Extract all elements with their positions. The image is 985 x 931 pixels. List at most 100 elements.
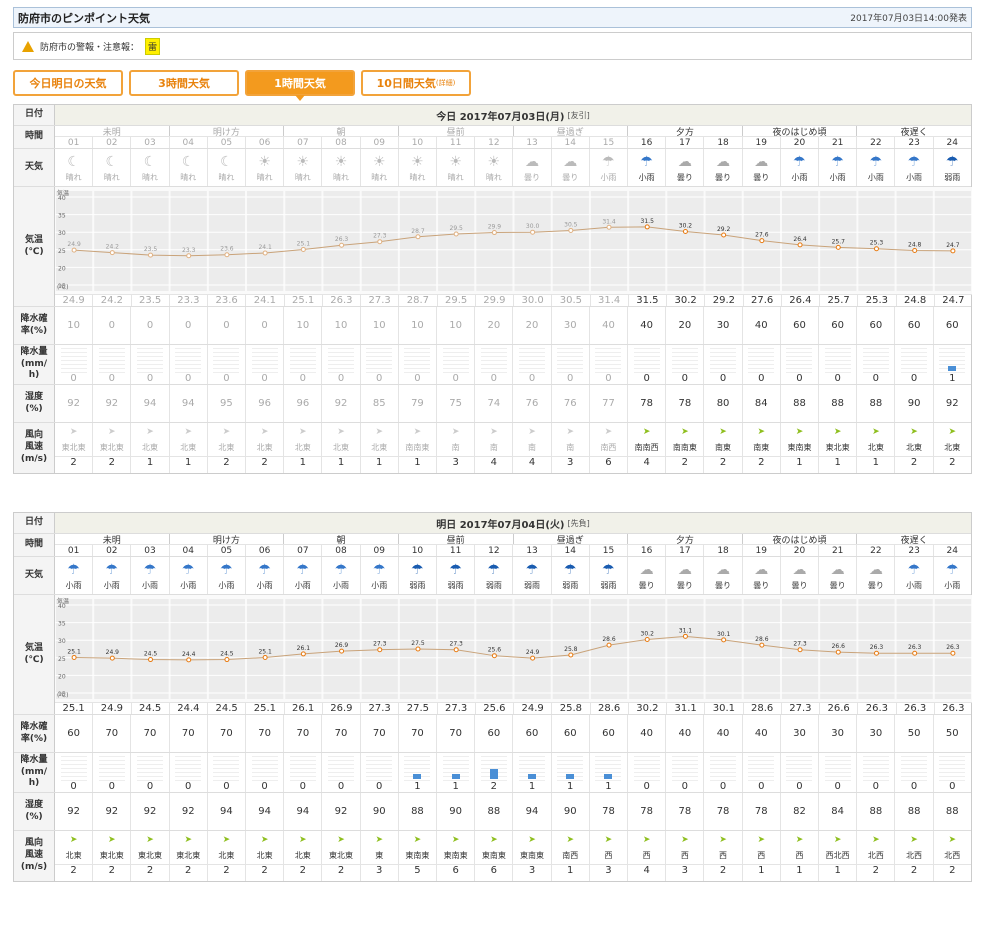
- page-title: 防府市のピンポイント天気: [18, 11, 150, 25]
- hour-label: 20: [781, 545, 820, 556]
- tab-today-tomorrow[interactable]: 今日明日の天気: [13, 70, 123, 96]
- wind-speed: 2: [666, 456, 704, 468]
- temperature-value: 25.3: [858, 295, 897, 306]
- umbrella-icon: ☂: [907, 153, 921, 170]
- hour-label: 09: [361, 545, 399, 556]
- temperature-point-label: 26.3: [335, 236, 349, 243]
- wind-direction: 北東: [906, 443, 923, 452]
- wind-cell: ➤ 北西 2: [895, 831, 934, 881]
- humidity-value: 90: [437, 793, 476, 830]
- temperature-point-label: 30.5: [564, 221, 578, 228]
- precip-cell: 0: [322, 345, 361, 384]
- precip-cell: 0: [819, 345, 858, 384]
- wind-cell: ➤ 東北東 2: [93, 423, 132, 473]
- wind-speed: 2: [857, 864, 895, 876]
- chart-column-bg: [743, 599, 780, 699]
- temperature-point: [530, 655, 536, 661]
- cloud-icon: ☁: [868, 561, 883, 578]
- precip-cell: 0: [666, 345, 705, 384]
- cloud-icon: ☁: [677, 561, 692, 578]
- humidity-value: 90: [361, 793, 399, 830]
- hour-label: 02: [93, 137, 132, 148]
- precip-value: 1: [452, 781, 459, 792]
- weather-label: 曇り: [829, 580, 846, 590]
- humidity-value: 90: [895, 385, 934, 422]
- umbrella-icon: ☂: [105, 561, 119, 578]
- hour-label: 18: [704, 545, 743, 556]
- wind-cell: ➤ 東南東 1: [780, 423, 820, 473]
- temperature-point: [224, 252, 230, 258]
- wind-arrow-icon: ➤: [222, 835, 231, 845]
- temperature-point-label: 31.5: [641, 218, 655, 225]
- chart-column-bg: [132, 599, 169, 699]
- wind-arrow-icon: ➤: [490, 835, 498, 845]
- temperature-point: [530, 229, 536, 235]
- wind-cell: ➤ 東南東 3: [513, 831, 552, 881]
- temperature-point-label: 25.1: [67, 648, 81, 655]
- temperature-svg: 403530252015気温(℃)24.9 24.2 23.5 23.3 23.6 24.…: [55, 189, 972, 291]
- temperature-point: [873, 246, 879, 252]
- pop-value: 50: [945, 728, 959, 739]
- weather-cell: ☁ 曇り: [857, 557, 896, 594]
- wind-arrow-icon: ➤: [108, 835, 116, 845]
- temperature-point-label: 25.7: [832, 238, 846, 245]
- precip-cell: 0: [208, 753, 247, 792]
- wind-speed: 1: [780, 456, 819, 468]
- hour-label: 12: [475, 137, 514, 148]
- wind-speed: 2: [55, 456, 93, 468]
- wind-arrow-icon: ➤: [528, 427, 536, 437]
- wind-speed: 3: [513, 864, 551, 876]
- temperature-value: 26.3: [858, 703, 897, 714]
- pop-value: 70: [322, 715, 361, 752]
- thunder-alert-badge[interactable]: 雷: [145, 37, 161, 55]
- pop-value: 70: [361, 715, 399, 752]
- wind-arrow-icon: ➤: [375, 835, 383, 845]
- warning-icon: [22, 40, 34, 52]
- pop-value: 10: [55, 307, 94, 344]
- weather-label: 晴れ: [218, 172, 235, 182]
- tab-3hour[interactable]: 3時間天気: [129, 70, 239, 96]
- weather-cell: ☀ 晴れ: [246, 149, 285, 186]
- wind-cell: ➤ 南 3: [437, 423, 476, 473]
- precip-bar: [519, 753, 546, 781]
- temperature-value: 29.9: [476, 295, 514, 306]
- humidity-value: 78: [628, 385, 667, 422]
- tab-1hour[interactable]: 1時間天気: [245, 70, 355, 101]
- pop-value: 40: [666, 715, 705, 752]
- period-label: 夜遅く: [900, 535, 928, 546]
- temperature-point: [759, 642, 765, 648]
- umbrella-icon: ☂: [602, 153, 615, 170]
- precip-value: 0: [758, 781, 765, 792]
- chart-column-bg: [667, 191, 704, 291]
- wind-arrow-icon: ➤: [108, 427, 116, 437]
- wind-direction: 南西: [562, 851, 579, 860]
- precip-value: 2: [490, 781, 498, 792]
- hour-label: 16: [628, 137, 667, 148]
- precip-row: 降水量 (mm/ h) 0 0 0 0 0 0 0 0 0 0 0 0 0 0 0 0 0 0 0 0 0 0 0 1: [14, 345, 971, 385]
- forecast-tabs: 今日明日の天気 3時間天気 1時間天気 10日間天気 (詳細): [13, 70, 471, 101]
- pop-value: 10: [361, 307, 399, 344]
- chart-column-bg: [399, 191, 437, 291]
- temperature-chart: 40 35 30 25 20 15 気温 (℃) 25.1 24.9 24.5 24.4 24.5 25.…: [55, 595, 972, 702]
- weather-cell: ☂ 小雨: [590, 149, 629, 186]
- weather-label: 小雨: [944, 580, 961, 590]
- row-label-time: 時間: [14, 126, 55, 148]
- wind-cell: ➤ 東南東 6: [475, 831, 514, 881]
- precip-value: 0: [223, 373, 230, 384]
- wind-cell: ➤ 南南西 4: [628, 423, 667, 473]
- tab-10day[interactable]: 10日間天気 (詳細): [361, 70, 471, 96]
- pop-value: 40: [743, 307, 781, 344]
- precip-value: 0: [299, 373, 306, 384]
- precip-cell: 0: [590, 345, 629, 384]
- precip-value: 0: [376, 781, 383, 792]
- temperature-point: [568, 227, 574, 233]
- pop-value: 0: [93, 307, 132, 344]
- precip-bar: [251, 345, 278, 373]
- precip-value: 0: [337, 373, 345, 384]
- humidity-value: 88: [945, 806, 959, 817]
- temperature-point-label: 24.4: [182, 651, 196, 658]
- wind-speed: 2: [933, 864, 971, 876]
- hour-label: 19: [743, 137, 781, 148]
- temperature-point: [835, 244, 841, 250]
- umbrella-icon: ☂: [831, 153, 844, 170]
